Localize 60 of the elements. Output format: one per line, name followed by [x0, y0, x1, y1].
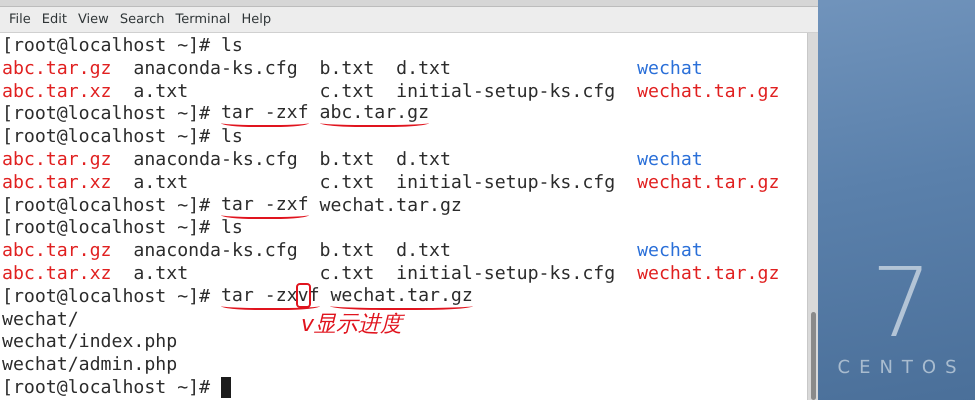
command-text: ls — [220, 126, 243, 149]
underlined-command-text: abc.tar.gz — [320, 103, 430, 128]
file-name: abc.tar.gz — [2, 58, 112, 81]
file-name: wechat — [637, 240, 703, 263]
file-name: b.txt — [320, 240, 376, 263]
file-name: initial-setup-ks.cfg — [396, 262, 616, 286]
file-name: abc.tar.gz — [2, 240, 112, 263]
file-name: anaconda-ks.cfg — [133, 58, 299, 81]
file-name: abc.tar.xz — [2, 172, 112, 195]
file-name: abc.tar.xz — [2, 262, 112, 286]
underlined-command-text: wechat.tar.gz — [330, 286, 473, 310]
menu-item[interactable]: View — [72, 10, 115, 29]
shell-prompt: [root@localhost ~]# — [2, 35, 210, 58]
file-name: b.txt — [320, 58, 376, 81]
command-text: ls — [220, 35, 243, 58]
shell-prompt: [root@localhost ~]# — [2, 217, 210, 240]
handwritten-note: v显示进度 — [300, 314, 402, 337]
file-name: wechat.tar.gz — [637, 172, 780, 195]
command-text: ls — [220, 217, 243, 240]
shell-prompt: [root@localhost ~]# — [2, 286, 210, 309]
file-name: a.txt — [133, 262, 190, 286]
logo-word: CENTOS — [838, 357, 966, 378]
file-name: c.txt — [320, 80, 376, 104]
file-name: a.txt — [133, 172, 190, 195]
file-name: abc.tar.gz — [2, 148, 112, 172]
file-name: anaconda-ks.cfg — [133, 148, 299, 172]
shell-prompt: [root@localhost ~]# — [2, 194, 210, 218]
file-name: c.txt — [320, 172, 376, 195]
file-name: d.txt — [396, 148, 452, 172]
text-cursor — [220, 376, 231, 398]
file-name: c.txt — [320, 262, 376, 286]
file-name: wechat.tar.gz — [637, 262, 780, 286]
shell-prompt: [root@localhost ~]# — [2, 376, 210, 400]
file-name: d.txt — [396, 240, 452, 263]
underlined-command-text: tar -zxf — [220, 194, 309, 219]
menu-item[interactable]: Edit — [36, 10, 73, 29]
file-name: anaconda-ks.cfg — [133, 240, 299, 263]
command-text: wechat.tar.gz — [320, 194, 462, 218]
shell-prompt: [root@localhost ~]# — [2, 126, 210, 149]
underlined-command-text: tar -zxvf — [220, 286, 320, 310]
file-name: wechat — [637, 58, 703, 81]
output-line: wechat/ — [2, 308, 79, 332]
shell-prompt: [root@localhost ~]# — [2, 103, 210, 126]
menu-item[interactable]: File — [4, 10, 37, 29]
menu-item[interactable]: Help — [236, 10, 278, 29]
file-name: abc.tar.xz — [2, 80, 112, 104]
output-line: wechat/admin.php — [2, 354, 178, 377]
file-name: d.txt — [396, 58, 452, 81]
underlined-command-text: tar -zxf — [220, 103, 309, 128]
file-name: a.txt — [133, 80, 190, 104]
file-name: b.txt — [320, 148, 376, 172]
logo-number: 7 — [870, 255, 932, 351]
file-name: wechat — [637, 148, 703, 172]
output-line: wechat/index.php — [2, 331, 178, 354]
file-name: initial-setup-ks.cfg — [396, 172, 616, 195]
file-name: initial-setup-ks.cfg — [396, 80, 616, 104]
menu-item[interactable]: Search — [114, 10, 170, 29]
scrollbar-thumb[interactable] — [810, 312, 816, 400]
file-name: wechat.tar.gz — [637, 80, 780, 104]
menu-item[interactable]: Terminal — [170, 10, 236, 29]
